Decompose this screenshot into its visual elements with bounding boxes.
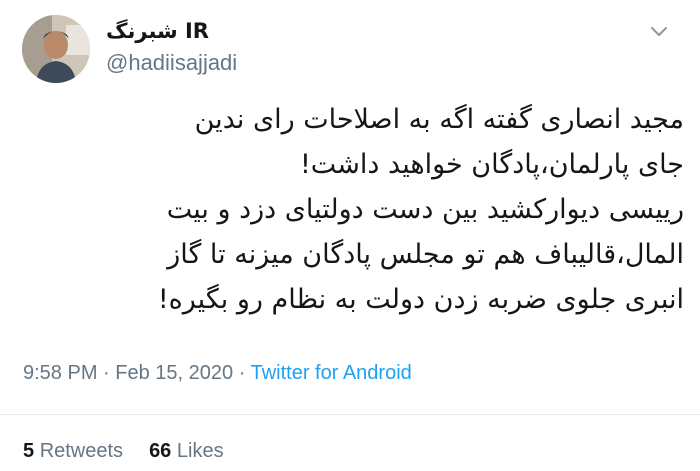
tweet-text-line: جای پارلمان،پادگان خواهید داشت! xyxy=(299,149,684,180)
tweet-card: شبرنگ IR @hadiisajjadi مجید انصاری گفته … xyxy=(0,0,700,471)
tweet-source-link[interactable]: Twitter for Android xyxy=(251,362,412,384)
tweet-time[interactable]: 9:58 PM xyxy=(23,362,97,384)
avatar-photo-icon xyxy=(22,15,90,83)
tweet-stats: 5 Retweets 66 Likes xyxy=(23,438,224,464)
tweet-text-line: رییسی دیوارکشید بین دست دولتیای دزد و بی… xyxy=(166,194,684,225)
meta-separator: · xyxy=(238,362,246,384)
tweet-text: مجید انصاری گفته اگه به اصلاحات رای ندین… xyxy=(20,97,684,322)
divider xyxy=(0,414,700,415)
author-handle[interactable]: @hadiisajjadi xyxy=(106,50,237,76)
retweets-stat[interactable]: 5 Retweets xyxy=(23,440,123,462)
retweets-count: 5 xyxy=(23,440,35,462)
likes-count: 66 xyxy=(149,440,172,462)
tweet-text-line: مجید انصاری گفته اگه به اصلاحات رای ندین xyxy=(194,104,684,135)
avatar[interactable] xyxy=(22,15,90,83)
meta-separator: · xyxy=(103,362,110,384)
chevron-down-icon xyxy=(651,27,667,36)
tweet-metadata: 9:58 PM · Feb 15, 2020 · Twitter for And… xyxy=(23,360,412,386)
retweets-label: Retweets xyxy=(39,440,124,462)
tweet-menu-button[interactable] xyxy=(644,20,674,44)
tweet-date[interactable]: Feb 15, 2020 xyxy=(115,362,233,384)
tweet-text-line: انبری جلوی ضربه زدن دولت به نظام رو بگیر… xyxy=(157,284,684,315)
author-display-name[interactable]: شبرنگ IR xyxy=(106,18,209,44)
likes-stat[interactable]: 66 Likes xyxy=(149,440,224,462)
tweet-text-line: المال،قالیباف هم تو مجلس پادگان میزنه تا… xyxy=(167,239,684,270)
likes-label: Likes xyxy=(176,440,224,462)
